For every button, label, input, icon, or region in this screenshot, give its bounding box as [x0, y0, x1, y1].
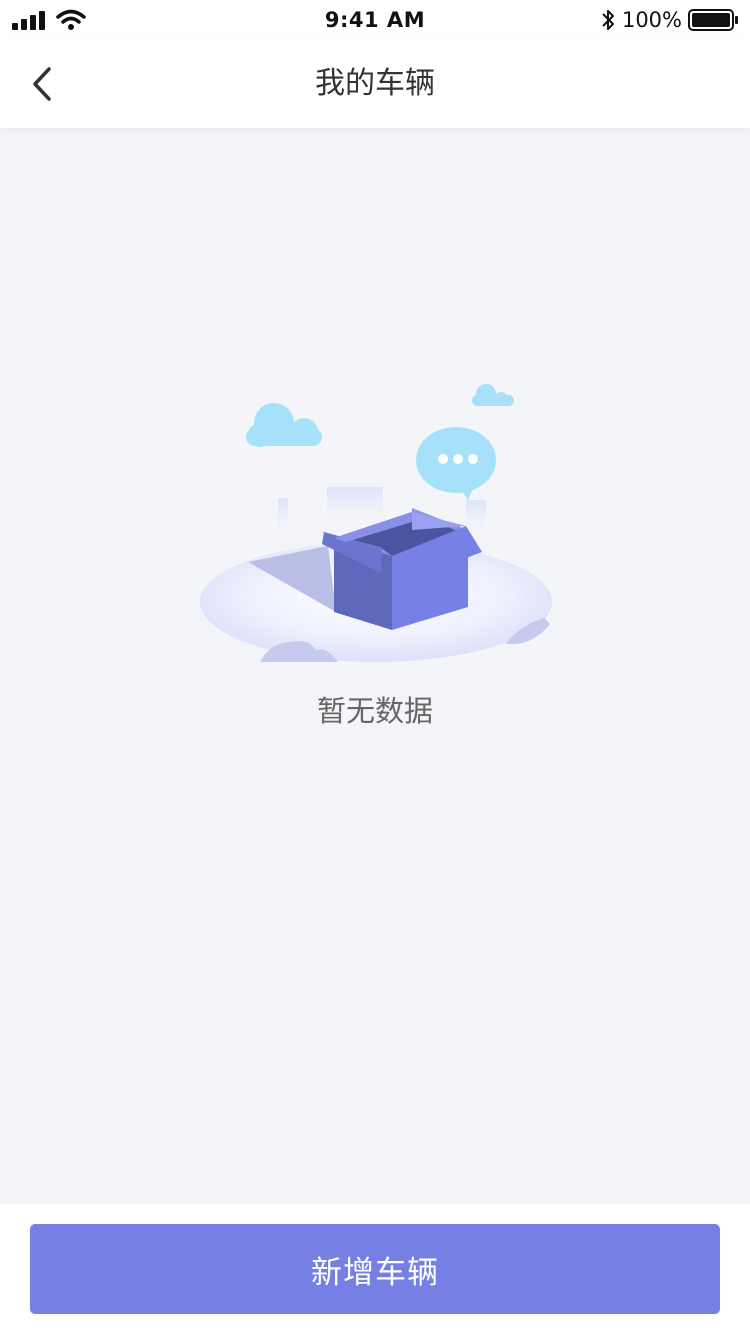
battery-icon — [688, 9, 738, 31]
bottom-bar: 新增车辆 — [0, 1204, 750, 1334]
cloud-icon — [472, 384, 514, 406]
back-button[interactable] — [18, 60, 66, 108]
building-shape — [278, 498, 288, 543]
battery-percent: 100% — [621, 8, 682, 32]
chat-bubble-icon — [416, 427, 496, 500]
add-vehicle-button[interactable]: 新增车辆 — [30, 1224, 720, 1314]
page-title: 我的车辆 — [315, 66, 435, 101]
empty-state-message: 暂无数据 — [316, 694, 433, 728]
nav-bar: 我的车辆 — [0, 40, 750, 128]
status-bar: 9:41 AM 100% — [0, 0, 750, 40]
status-right: 100% — [600, 7, 740, 33]
chevron-left-icon — [33, 67, 51, 101]
cloud-icon — [246, 403, 322, 447]
empty-box-icon — [200, 384, 552, 662]
bluetooth-icon — [602, 10, 614, 30]
